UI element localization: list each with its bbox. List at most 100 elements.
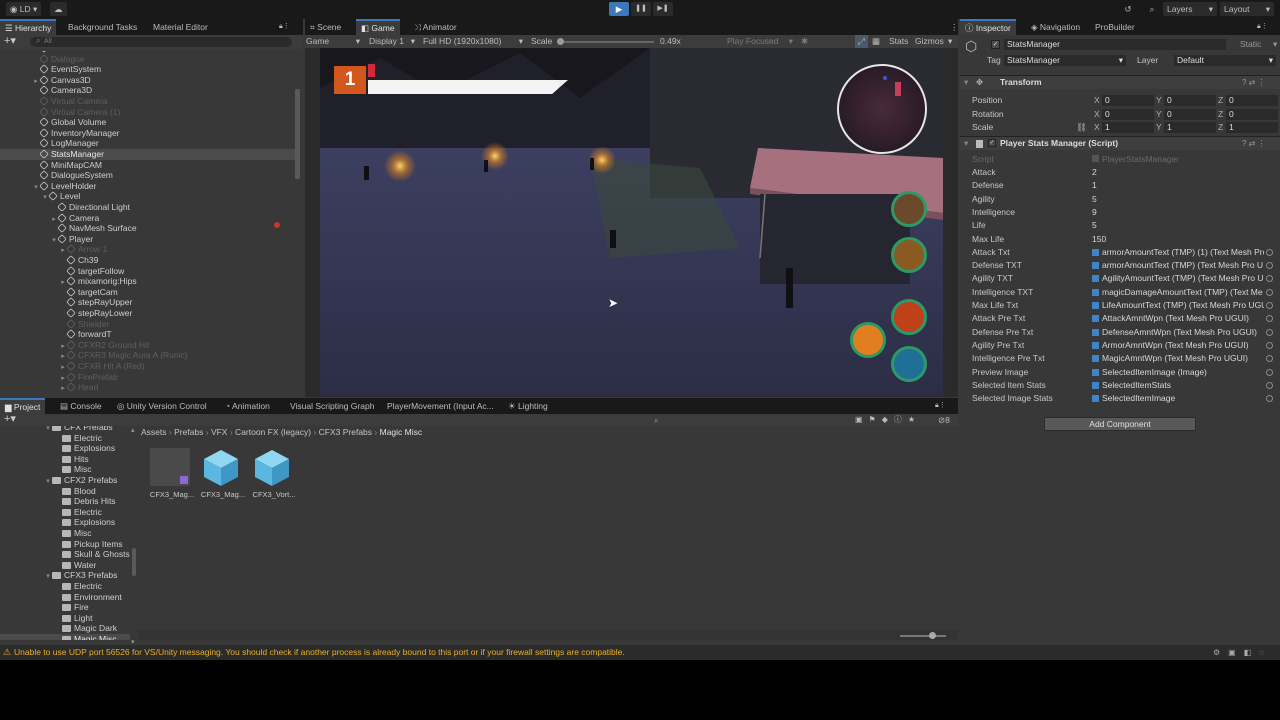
hierarchy-row[interactable]: ▸ Camera xyxy=(0,213,295,224)
skill-fireball-icon[interactable] xyxy=(891,299,927,335)
transform-header[interactable]: ▾ ✥ Transform ? ⇄ ⋮ xyxy=(960,75,1280,89)
tab-lighting[interactable]: ☀ Lighting xyxy=(503,398,553,414)
hierarchy-row[interactable]: ▸ CFXR Hit A (Red) xyxy=(0,361,295,372)
hierarchy-row[interactable]: ▾ Player xyxy=(0,234,295,245)
hierarchy-row[interactable]: ▸ Arrow 1 xyxy=(0,244,295,255)
asset-item[interactable]: CFX3_Vort... xyxy=(250,446,296,502)
tab-visual-scripting-graph[interactable]: Visual Scripting Graph xyxy=(285,398,379,414)
component-menu-icon[interactable]: ? ⇄ ⋮ xyxy=(1242,76,1266,89)
object-picker-icon[interactable] xyxy=(1266,395,1273,403)
asset-size-slider[interactable] xyxy=(900,635,946,637)
project-folder-row[interactable]: Magic Misc xyxy=(0,634,130,640)
history-icon[interactable]: ↺ xyxy=(1120,2,1136,16)
lock-icon[interactable]: 🔒︎⋮ xyxy=(1252,19,1273,35)
status-warning-text[interactable]: Unable to use UDP port 56526 for VS/Unit… xyxy=(14,647,625,658)
status-icons[interactable]: ⚙▣◧◌ xyxy=(1213,647,1272,658)
hierarchy-row[interactable]: Ch39 xyxy=(0,255,295,266)
field-value[interactable]: 2 xyxy=(1092,166,1272,179)
project-folder-row[interactable]: Misc xyxy=(0,464,130,475)
field-value[interactable]: MagicAmntWpn (Text Mesh Pro UGUI) xyxy=(1092,352,1264,365)
object-picker-icon[interactable] xyxy=(1266,315,1273,323)
maximize-on-play-icon[interactable]: ⤢ xyxy=(855,35,868,48)
game-viewport[interactable]: 1 ➤ xyxy=(320,48,943,396)
hierarchy-row[interactable]: ▾ Level xyxy=(0,191,295,202)
field-value[interactable]: AttackAmntWpn (Text Mesh Pro UGUI) xyxy=(1092,312,1264,325)
add-object-button[interactable]: +▾ xyxy=(4,35,16,48)
hierarchy-row[interactable]: ▸ CFXR2 Ground Hit xyxy=(0,340,295,351)
project-folder-row[interactable]: Electric xyxy=(0,581,130,592)
search-icon[interactable]: ⌕ xyxy=(1144,2,1160,16)
chevron-up-icon[interactable]: ▴ xyxy=(131,426,135,434)
transform-rotation-x-field[interactable]: 0 xyxy=(1102,108,1154,120)
hierarchy-row[interactable]: Virtual Camera (1) xyxy=(0,107,295,118)
project-folder-row[interactable]: Light xyxy=(0,613,130,624)
field-value[interactable]: 1 xyxy=(1092,179,1272,192)
hierarchy-row[interactable]: ▸ CFXR3 Magic Aura A (Runic) xyxy=(0,350,295,361)
transform-rotation-z-field[interactable]: 0 xyxy=(1226,108,1278,120)
field-value[interactable]: armorAmountText (TMP) (1) (Text Mesh Pro xyxy=(1092,246,1264,259)
hierarchy-row[interactable]: DialogueSystem xyxy=(0,170,295,181)
project-folder-row[interactable]: Misc xyxy=(0,528,130,539)
stats-toggle[interactable]: Stats xyxy=(889,35,908,48)
hierarchy-row[interactable]: forwardT xyxy=(0,329,295,340)
hierarchy-row[interactable]: InventoryManager xyxy=(0,128,295,139)
hierarchy-row[interactable]: MiniMapCAM xyxy=(0,160,295,171)
field-value[interactable]: 5 xyxy=(1092,219,1272,232)
transform-scale-x-field[interactable]: 1 xyxy=(1102,122,1154,133)
object-picker-icon[interactable] xyxy=(1266,368,1273,376)
constrain-proportions-icon[interactable]: ⛓ xyxy=(1076,122,1087,133)
project-tree-scrollbar[interactable] xyxy=(132,548,136,576)
lock-icon[interactable]: 🔒︎⋮ xyxy=(274,19,295,35)
hierarchy-row[interactable]: stepRayLower xyxy=(0,308,295,319)
project-folder-row[interactable]: Blood xyxy=(0,486,130,497)
project-folder-row[interactable]: Fire xyxy=(0,602,130,613)
project-folder-row[interactable]: Explosions xyxy=(0,517,130,528)
hidden-packages-icon[interactable]: ⊘8 xyxy=(938,414,950,426)
skill-beast-icon[interactable] xyxy=(891,237,927,273)
project-folder-row[interactable]: Water xyxy=(0,560,130,571)
hierarchy-row[interactable]: stepRayUpper xyxy=(0,297,295,308)
field-value[interactable]: DefenseAmntWpn (Text Mesh Pro UGUI) xyxy=(1092,326,1264,339)
hierarchy-scrollbar[interactable] xyxy=(295,89,300,179)
chevron-down-icon[interactable]: ▾ xyxy=(948,35,952,48)
tab-animator[interactable]: ⤨ Animator xyxy=(409,19,462,35)
hierarchy-row[interactable]: Shielder xyxy=(0,319,295,330)
tab-hierarchy[interactable]: ☰ Hierarchy xyxy=(0,19,57,35)
tab-unity-version-control[interactable]: ◎ Unity Version Control xyxy=(112,398,212,414)
display-dropdown[interactable]: Display 1 ▾ xyxy=(369,35,415,48)
hierarchy-row[interactable]: Camera3D xyxy=(0,85,295,96)
breadcrumb-item[interactable]: Prefabs xyxy=(174,427,203,437)
field-value[interactable]: 9 xyxy=(1092,206,1272,219)
field-value[interactable]: AgilityAmountText (TMP) (Text Mesh Pro U xyxy=(1092,272,1264,285)
project-folder-row[interactable]: Pickup Items xyxy=(0,539,130,550)
account-dropdown[interactable]: ◉ LD ▾ xyxy=(6,2,42,16)
tab-navigation[interactable]: ◈ Navigation xyxy=(1026,19,1085,35)
hierarchy-row[interactable]: targetFollow xyxy=(0,266,295,277)
pause-button[interactable]: ❚❚ xyxy=(631,2,651,16)
hierarchy-row[interactable]: StatsManager xyxy=(0,149,295,160)
project-folder-row[interactable]: ▾ CFX2 Prefabs xyxy=(0,475,130,486)
transform-scale-z-field[interactable]: 1 xyxy=(1226,122,1278,133)
hierarchy-row[interactable]: ▸ Canvas3D xyxy=(0,75,295,86)
transform-rotation-y-field[interactable]: 0 xyxy=(1164,108,1216,120)
add-component-button[interactable]: Add Component xyxy=(1044,417,1196,431)
skill-meteor-icon[interactable] xyxy=(850,322,886,358)
hierarchy-row[interactable]: ▸ Head xyxy=(0,382,295,393)
active-checkbox[interactable]: ✓ xyxy=(991,40,1000,49)
scale-slider-handle[interactable] xyxy=(557,38,564,45)
object-picker-icon[interactable] xyxy=(1266,355,1273,363)
field-value[interactable]: armorAmountText (TMP) (Text Mesh Pro U xyxy=(1092,259,1264,272)
field-value[interactable]: SelectedItemImage (Image) xyxy=(1092,366,1264,379)
component-menu-icon[interactable]: ? ⇄ ⋮ xyxy=(1242,137,1266,150)
layers-dropdown[interactable]: Layers ▾ xyxy=(1163,2,1217,16)
project-folder-row[interactable]: Skull & Ghosts E xyxy=(0,549,130,560)
object-picker-icon[interactable] xyxy=(1266,248,1273,256)
skill-chest-icon[interactable] xyxy=(891,191,927,227)
resolution-dropdown[interactable]: Full HD (1920x1080) ▾ xyxy=(423,35,523,48)
asset-item[interactable]: CFX3_Mag... xyxy=(199,446,245,502)
object-picker-icon[interactable] xyxy=(1266,275,1273,283)
hierarchy-row[interactable]: Virtual Camera xyxy=(0,96,295,107)
field-value[interactable]: ArmorAmntWpn (Text Mesh Pro UGUI) xyxy=(1092,339,1264,352)
game-mode-dropdown[interactable]: Game ▾ xyxy=(306,35,362,48)
filter-icons[interactable]: ▣⚑◆ⓘ★ xyxy=(855,414,921,426)
